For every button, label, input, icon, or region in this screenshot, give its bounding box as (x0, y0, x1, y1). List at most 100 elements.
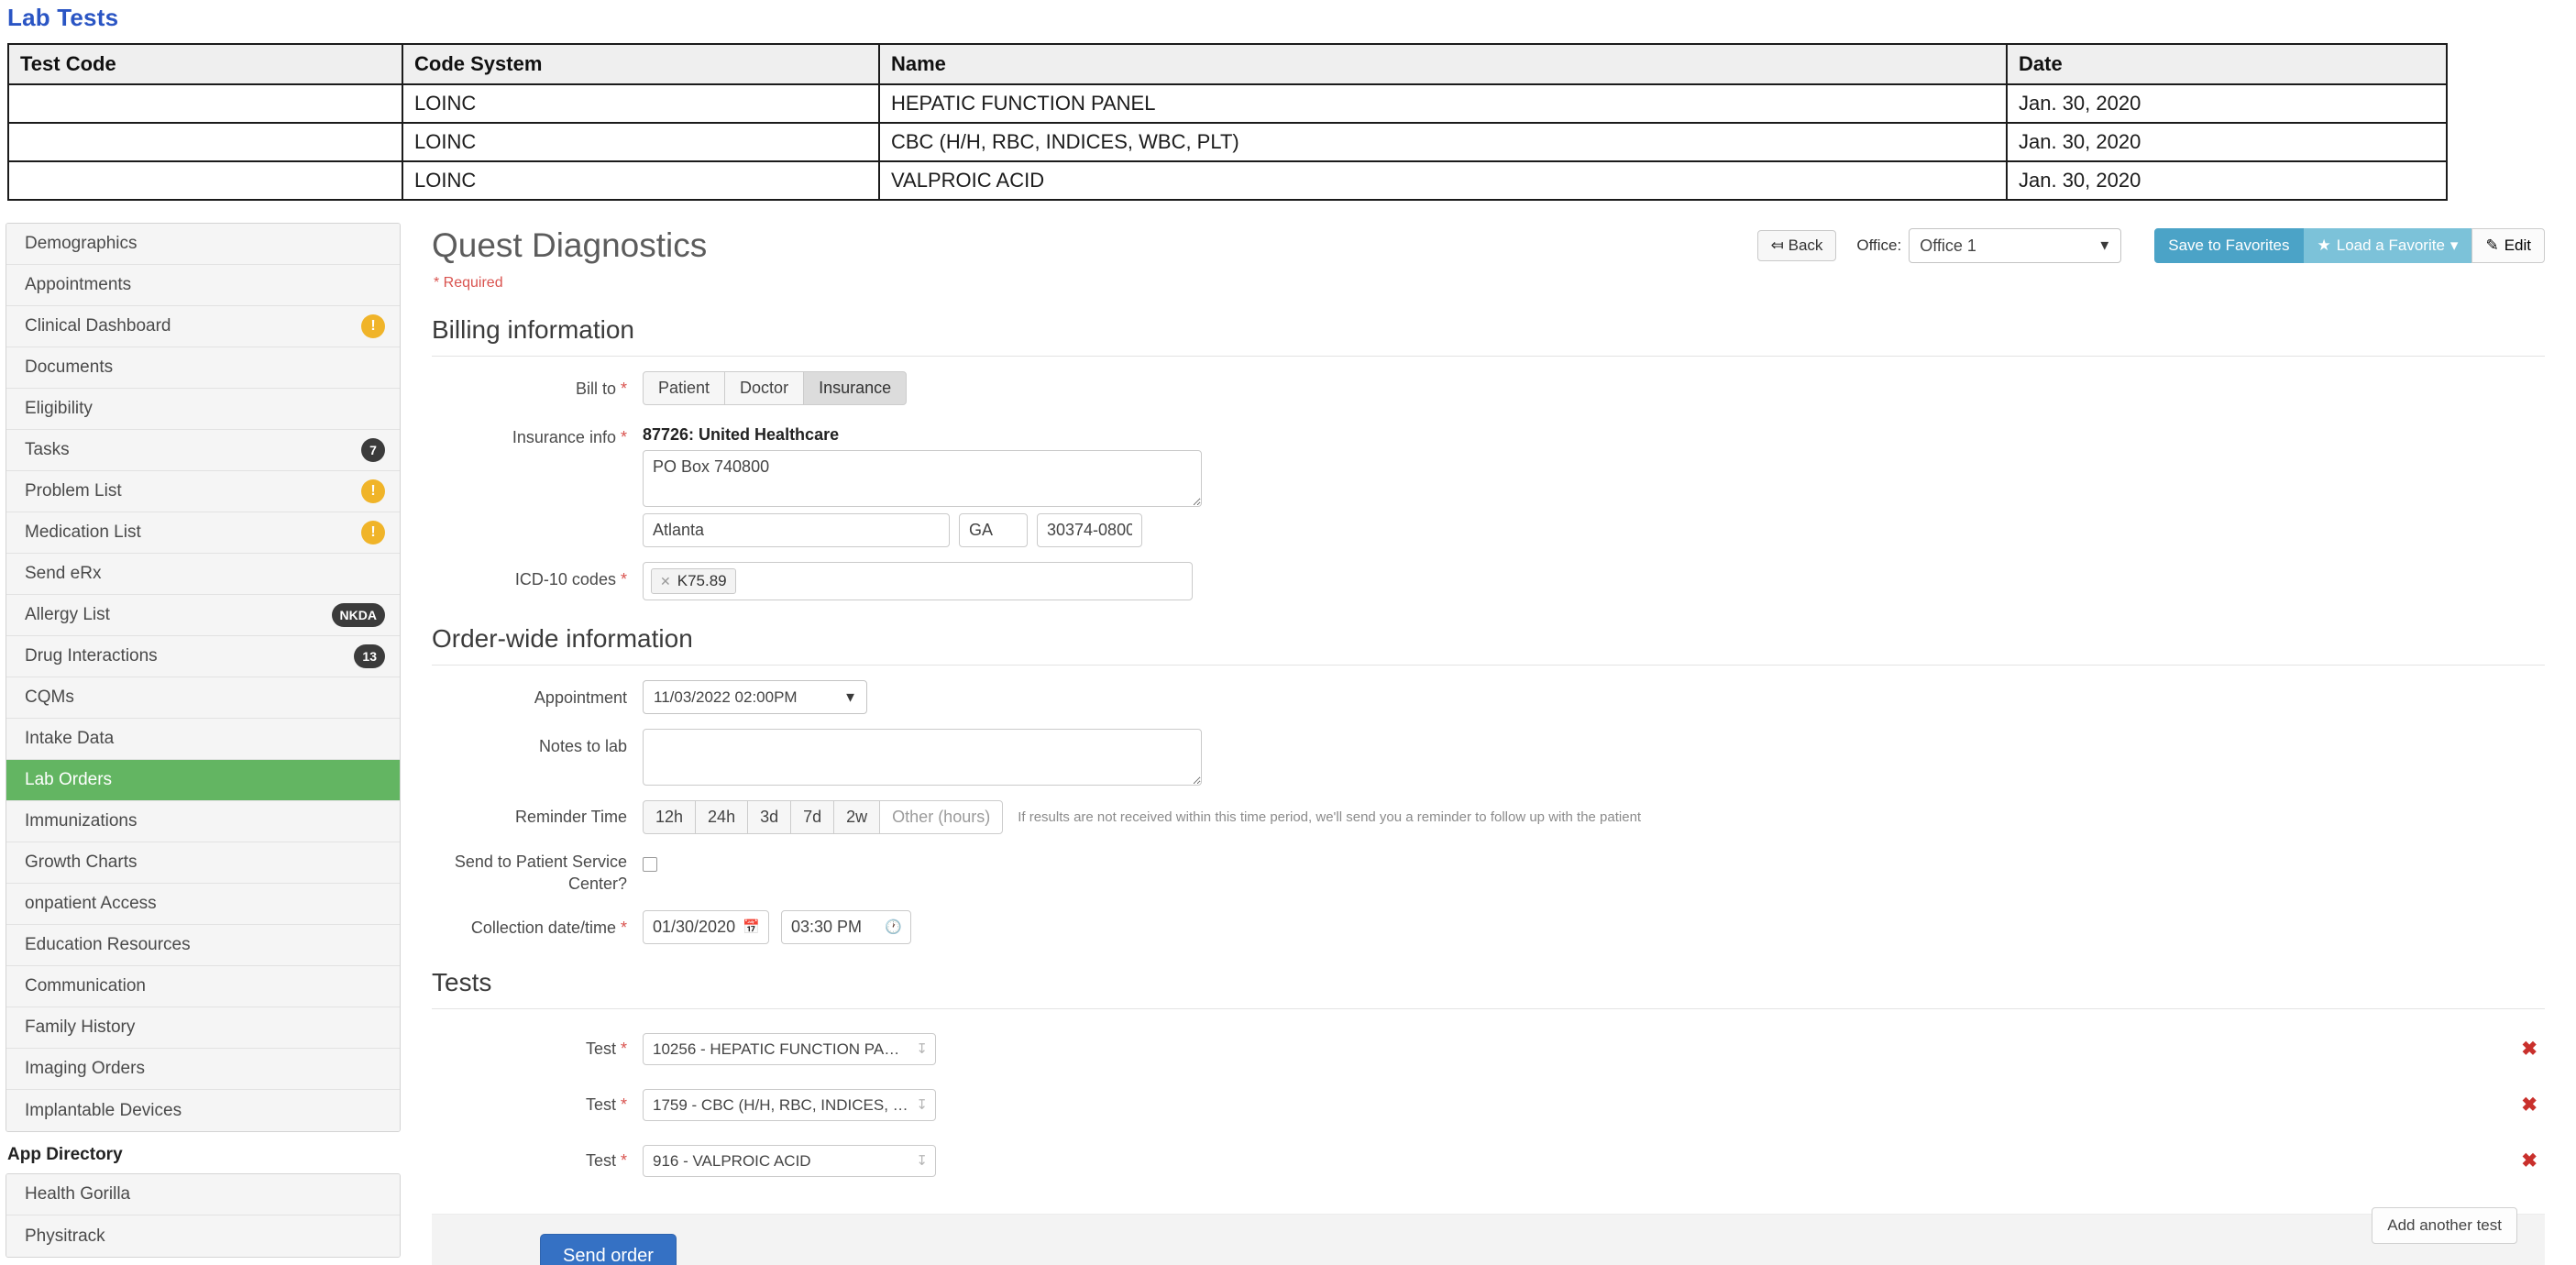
sidebar-item-medication-list[interactable]: Medication List! (6, 512, 400, 554)
test-select-wrapper: 916 - VALPROIC ACID ↧ (643, 1144, 936, 1177)
zip-input[interactable] (1037, 513, 1142, 547)
test-select[interactable]: 916 - VALPROIC ACID (643, 1144, 936, 1177)
sidebar-item-allergy-list[interactable]: Allergy List NKDA (6, 595, 400, 636)
sidebar-item-eligibility[interactable]: Eligibility (6, 389, 400, 430)
reminder-time-row: Reminder Time 12h 24h 3d 7d 2w Other (ho… (432, 800, 2545, 834)
reminder-option-7d[interactable]: 7d (790, 800, 835, 834)
reminder-option-3d[interactable]: 3d (747, 800, 792, 834)
required-asterisk: * (620, 570, 627, 588)
notes-to-lab-input[interactable] (643, 729, 1202, 786)
cell-name: CBC (H/H, RBC, INDICES, WBC, PLT) (878, 122, 2008, 162)
sidebar-item-label: Tasks (25, 440, 70, 459)
column-header-test-code: Test Code (7, 43, 403, 85)
delete-test-icon[interactable]: ✖ (2521, 1150, 2545, 1172)
office-select[interactable]: Office 1 (1909, 228, 2122, 263)
favorites-button-group: Save to Favorites ★ Load a Favorite ▾ ✎ … (2154, 228, 2545, 263)
sidebar-item-imaging-orders[interactable]: Imaging Orders (6, 1049, 400, 1090)
bill-to-button-group: Patient Doctor Insurance (643, 371, 908, 405)
sidebar-item-drug-interactions[interactable]: Drug Interactions 13 (6, 636, 400, 677)
test-row: Test * 10256 - HEPATIC FUNCTION PANEL ↧ ✖ (432, 1032, 2545, 1065)
test-select[interactable]: 10256 - HEPATIC FUNCTION PANEL (643, 1032, 936, 1065)
required-note: * Required (434, 275, 503, 291)
tests-section-title: Tests (432, 968, 2545, 1009)
sidebar-item-label: Send eRx (25, 564, 102, 583)
sidebar-item-onpatient-access[interactable]: onpatient Access (6, 884, 400, 925)
sidebar-item-badge: 7 (361, 438, 385, 462)
appointment-select[interactable]: 11/03/2022 02:00PM (643, 680, 867, 714)
sidebar-item-label: Implantable Devices (25, 1100, 182, 1120)
reminder-time-button-group: 12h 24h 3d 7d 2w Other (hours) (643, 800, 1004, 834)
state-input[interactable] (959, 513, 1028, 547)
app-directory-item-label: Health Gorilla (25, 1184, 131, 1204)
bill-to-option-insurance[interactable]: Insurance (803, 371, 908, 405)
send-order-button[interactable]: Send order (540, 1233, 677, 1265)
required-asterisk: * (620, 380, 627, 398)
bill-to-option-patient[interactable]: Patient (643, 371, 726, 405)
test-select[interactable]: 1759 - CBC (H/H, RBC, INDICES, WBC, PLT) (643, 1088, 936, 1121)
sidebar-item-communication[interactable]: Communication (6, 966, 400, 1007)
sidebar-item-education-resources[interactable]: Education Resources (6, 925, 400, 966)
sidebar-item-label: Documents (25, 358, 114, 377)
city-input[interactable] (643, 513, 950, 547)
sidebar-item-label: Problem List (25, 481, 122, 500)
sidebar-item-demographics[interactable]: Demographics (6, 224, 400, 265)
bill-to-option-doctor[interactable]: Doctor (724, 371, 805, 405)
test-label: Test * (432, 1094, 643, 1116)
required-asterisk: * (620, 1039, 627, 1058)
sidebar-item-appointments[interactable]: Appointments (6, 265, 400, 306)
sidebar-item-tasks[interactable]: Tasks 7 (6, 430, 400, 471)
cell-date: Jan. 30, 2020 (2006, 160, 2448, 201)
remove-tag-icon[interactable]: ✕ (660, 574, 671, 589)
sidebar-item-growth-charts[interactable]: Growth Charts (6, 842, 400, 884)
sidebar-item-label: Growth Charts (25, 852, 138, 872)
main-header: Quest Diagnostics * Required ⤆ Back Offi… (432, 223, 2545, 292)
collection-time-wrapper: 🕐 (781, 909, 911, 944)
order-wide-section-title: Order-wide information (432, 624, 2545, 666)
sidebar-item-immunizations[interactable]: Immunizations (6, 801, 400, 842)
edit-button[interactable]: ✎ Edit (2471, 228, 2545, 263)
app-directory-item-physitrack[interactable]: Physitrack (6, 1216, 400, 1257)
reminder-option-24h[interactable]: 24h (695, 800, 749, 834)
sidebar-item-send-erx[interactable]: Send eRx (6, 554, 400, 595)
column-header-code-system: Code System (402, 43, 880, 85)
sidebar-item-intake-data[interactable]: Intake Data (6, 719, 400, 760)
sidebar-item-clinical-dashboard[interactable]: Clinical Dashboard! (6, 306, 400, 347)
test-label: Test * (432, 1150, 643, 1172)
collection-date-input[interactable] (643, 909, 769, 944)
cell-date: Jan. 30, 2020 (2006, 122, 2448, 162)
sidebar-item-badge: ! (361, 521, 385, 544)
billing-section-title: Billing information (432, 315, 2545, 357)
reminder-option-2w[interactable]: 2w (833, 800, 881, 834)
sidebar-item-cqms[interactable]: CQMs (6, 677, 400, 719)
required-asterisk: * (620, 1150, 627, 1170)
load-a-favorite-button[interactable]: ★ Load a Favorite ▾ (2303, 228, 2472, 263)
sidebar-item-problem-list[interactable]: Problem List! (6, 471, 400, 512)
add-another-test-button[interactable]: Add another test (2372, 1206, 2517, 1244)
sidebar-item-label: CQMs (25, 688, 74, 707)
collection-time-input[interactable] (781, 909, 911, 944)
delete-test-icon[interactable]: ✖ (2521, 1094, 2545, 1116)
reminder-other-input[interactable]: Other (hours) (879, 800, 1004, 834)
icd-codes-label-text: ICD-10 codes (514, 570, 616, 588)
table-row: LOINC CBC (H/H, RBC, INDICES, WBC, PLT) … (7, 122, 2448, 162)
collection-datetime-label: Collection date/time * (432, 910, 643, 939)
test-select-wrapper: 1759 - CBC (H/H, RBC, INDICES, WBC, PLT)… (643, 1088, 936, 1121)
insurance-address-input[interactable]: PO Box 740800 (643, 450, 1202, 507)
sidebar-item-documents[interactable]: Documents (6, 347, 400, 389)
test-label-text: Test (585, 1094, 616, 1114)
sidebar-item-label: Education Resources (25, 935, 191, 954)
sidebar-item-lab-orders[interactable]: Lab Orders (6, 760, 400, 801)
psc-checkbox[interactable] (643, 857, 657, 872)
delete-test-icon[interactable]: ✖ (2521, 1038, 2545, 1061)
sidebar-item-family-history[interactable]: Family History (6, 1007, 400, 1049)
footer-bar: Send order Add another test (432, 1206, 2545, 1265)
save-to-favorites-button[interactable]: Save to Favorites (2154, 228, 2304, 263)
icd-codes-row: ICD-10 codes * ✕ K75.89 (432, 562, 2545, 600)
sidebar-item-label: Immunizations (25, 811, 138, 830)
icd-codes-input[interactable]: ✕ K75.89 (643, 562, 1193, 600)
sidebar-item-implantable-devices[interactable]: Implantable Devices (6, 1090, 400, 1131)
icd-code-tag[interactable]: ✕ K75.89 (651, 568, 736, 594)
app-directory-item-health-gorilla[interactable]: Health Gorilla (6, 1174, 400, 1216)
reminder-option-12h[interactable]: 12h (643, 800, 697, 834)
back-button[interactable]: ⤆ Back (1756, 229, 1837, 262)
